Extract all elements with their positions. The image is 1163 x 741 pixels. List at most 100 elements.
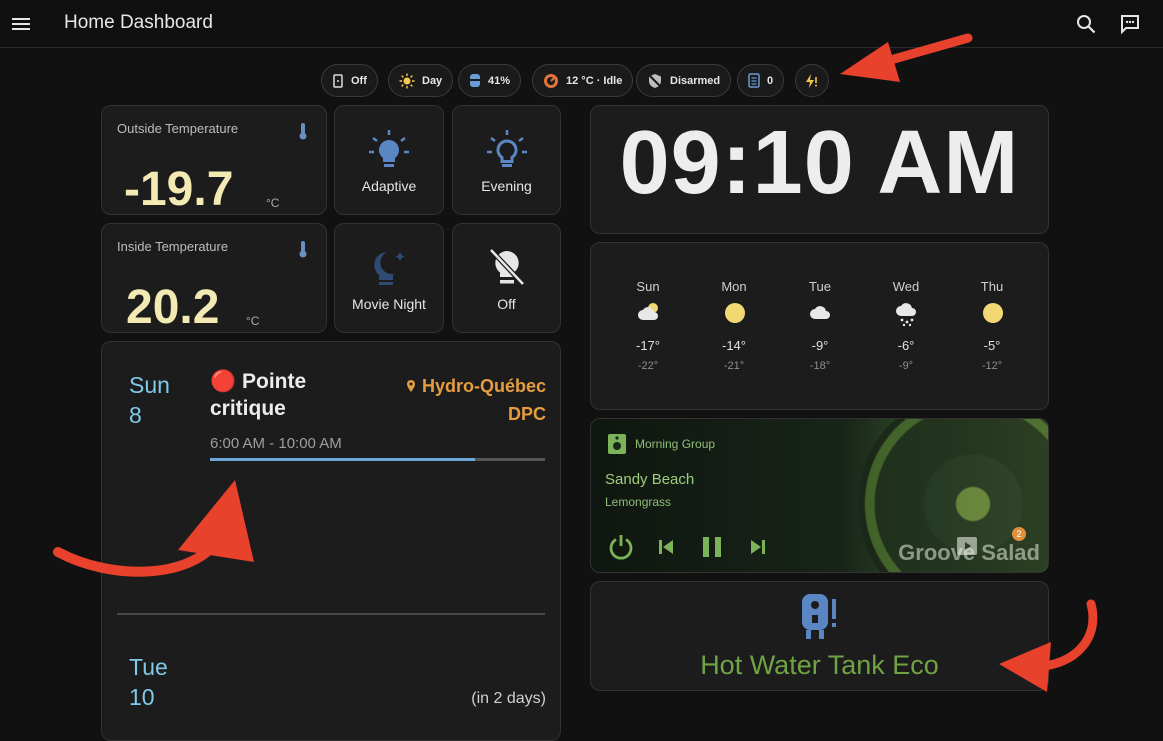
scene-evening-button[interactable]: Evening bbox=[452, 105, 561, 215]
forecast-day-name: Wed bbox=[892, 279, 920, 294]
event-location: Hydro-Québec DPC bbox=[406, 372, 546, 428]
chip-label: Off bbox=[351, 74, 367, 87]
assist-chat-icon[interactable] bbox=[1118, 12, 1142, 36]
notes-icon bbox=[748, 73, 760, 88]
chip-water-tank[interactable]: 41% bbox=[458, 64, 522, 97]
speaker-icon bbox=[608, 434, 626, 454]
chip-label: 0 bbox=[767, 74, 774, 87]
chip-label: 12 °C · Idle bbox=[566, 74, 623, 87]
calendar-relative-date: (in 2 days) bbox=[471, 690, 546, 707]
forecast-low: -9° bbox=[898, 360, 914, 372]
calendar-day-1: Sun 8 bbox=[129, 370, 170, 430]
chip-label: Disarmed bbox=[670, 74, 721, 87]
outside-temperature-unit: °C bbox=[266, 196, 280, 210]
lightbulb-on-icon bbox=[369, 130, 409, 167]
forecast-low: -18° bbox=[809, 360, 831, 372]
forecast-day-name: Thu bbox=[980, 279, 1004, 294]
queue-badge: 2 bbox=[1012, 527, 1026, 541]
outside-temperature-card[interactable]: Outside Temperature -19.7 °C bbox=[101, 105, 327, 216]
forecast-high: -9° bbox=[811, 338, 829, 353]
calendar-divider bbox=[117, 613, 545, 615]
flash-alert-icon bbox=[806, 73, 817, 88]
calendar-card[interactable]: Sun 8 🔴 Pointe critique Hydro-Québec DPC… bbox=[101, 341, 561, 741]
calendar-weekday: Sun bbox=[129, 372, 170, 398]
forecast-low: -21° bbox=[723, 360, 745, 372]
power-icon[interactable] bbox=[607, 533, 635, 561]
chip-sun[interactable]: Day bbox=[388, 64, 454, 97]
water-tank-icon bbox=[470, 74, 480, 87]
forecast-high: -6° bbox=[897, 338, 915, 353]
inside-temperature-unit: °C bbox=[246, 314, 260, 328]
chip-notes[interactable]: 0 bbox=[737, 64, 785, 97]
thermostat-icon bbox=[544, 73, 558, 88]
shield-off-icon bbox=[648, 73, 662, 88]
forecast-high: -14° bbox=[722, 338, 746, 353]
cloudy-icon bbox=[810, 306, 830, 319]
previous-track-icon[interactable] bbox=[657, 538, 675, 556]
scene-off-button[interactable]: Off bbox=[452, 223, 561, 333]
sunny-icon bbox=[725, 303, 745, 323]
event-time: 6:00 AM - 10:00 AM bbox=[210, 435, 342, 452]
thermometer-icon bbox=[299, 241, 307, 258]
snowy-icon bbox=[896, 303, 916, 327]
forecast-day-name: Mon bbox=[721, 279, 747, 294]
event-title[interactable]: 🔴 Pointe critique bbox=[210, 368, 360, 422]
water-heater-label: Hot Water Tank Eco bbox=[700, 650, 939, 680]
chip-label: 41% bbox=[488, 74, 511, 87]
sun-icon bbox=[399, 73, 415, 88]
forecast-day-name: Tue bbox=[809, 279, 831, 294]
forecast-high: -5° bbox=[983, 338, 1001, 353]
clock-time: 09:10 AM bbox=[619, 113, 1020, 213]
chip-alarm[interactable]: Disarmed bbox=[636, 64, 732, 97]
calendar-day-2: Tue 10 bbox=[129, 652, 168, 712]
event-location-line2: DPC bbox=[507, 404, 546, 424]
inside-temperature-value: 20.2 bbox=[126, 281, 220, 334]
sunny-icon bbox=[983, 303, 1003, 323]
scene-label: Movie Night bbox=[352, 296, 426, 312]
scene-label: Off bbox=[497, 296, 516, 312]
media-title: Sandy Beach bbox=[605, 471, 695, 488]
calendar-weekday: Tue bbox=[129, 654, 168, 680]
calendar-day-number: 10 bbox=[129, 684, 155, 710]
thermometer-icon bbox=[299, 123, 307, 140]
event-progress-fill bbox=[210, 458, 475, 461]
lightbulb-outline-icon bbox=[486, 130, 527, 167]
event-location-line1: Hydro-Québec bbox=[421, 376, 546, 396]
page-title: Home Dashboard bbox=[64, 12, 213, 33]
water-heater-card[interactable]: Hot Water Tank Eco bbox=[590, 581, 1049, 691]
scene-label: Adaptive bbox=[361, 178, 417, 194]
pause-icon[interactable] bbox=[699, 534, 725, 560]
chip-door[interactable]: Off bbox=[321, 64, 378, 97]
chip-label: Day bbox=[422, 74, 443, 87]
scene-adaptive-button[interactable]: Adaptive bbox=[334, 105, 444, 215]
weather-forecast-card[interactable]: Sun -17° -22° Mon -14° -21° Tue -9° -18°… bbox=[590, 242, 1049, 410]
media-group-name: Morning Group bbox=[635, 437, 716, 451]
water-heater-alert-icon bbox=[802, 594, 836, 639]
event-progress-bar bbox=[210, 458, 545, 461]
partly-cloudy-icon bbox=[638, 303, 658, 320]
calendar-day-number: 8 bbox=[129, 402, 142, 428]
status-chips-bar: Off Day 41% 12 °C · Idle Disarmed 0 bbox=[0, 64, 1163, 98]
outside-temperature-value: -19.7 bbox=[124, 163, 234, 216]
station-logo: Groove Salad bbox=[898, 540, 1040, 565]
scene-movie-night-button[interactable]: Movie Night bbox=[334, 223, 444, 333]
clock-card: 09:10 AM bbox=[590, 105, 1049, 234]
lightbulb-night-icon bbox=[374, 252, 405, 285]
next-track-icon[interactable] bbox=[749, 538, 767, 556]
inside-temperature-name: Inside Temperature bbox=[117, 239, 229, 254]
media-player-card[interactable]: Morning Group Sandy Beach Lemongrass 2 G… bbox=[590, 418, 1049, 573]
chip-thermostat[interactable]: 12 °C · Idle bbox=[532, 64, 634, 97]
forecast-high: -17° bbox=[636, 338, 660, 353]
forecast-day-name: Sun bbox=[636, 279, 660, 294]
menu-icon[interactable] bbox=[9, 12, 33, 36]
door-icon bbox=[333, 73, 343, 88]
chip-flash-alert[interactable] bbox=[795, 64, 829, 97]
inside-temperature-card[interactable]: Inside Temperature 20.2 °C bbox=[101, 223, 327, 334]
search-icon[interactable] bbox=[1074, 12, 1098, 36]
forecast-low: -22° bbox=[637, 360, 659, 372]
top-app-bar: Home Dashboard bbox=[0, 0, 1163, 48]
forecast-low: -12° bbox=[981, 360, 1003, 372]
media-artist: Lemongrass bbox=[605, 495, 672, 509]
scene-label: Evening bbox=[481, 178, 532, 194]
outside-temperature-name: Outside Temperature bbox=[117, 121, 239, 136]
